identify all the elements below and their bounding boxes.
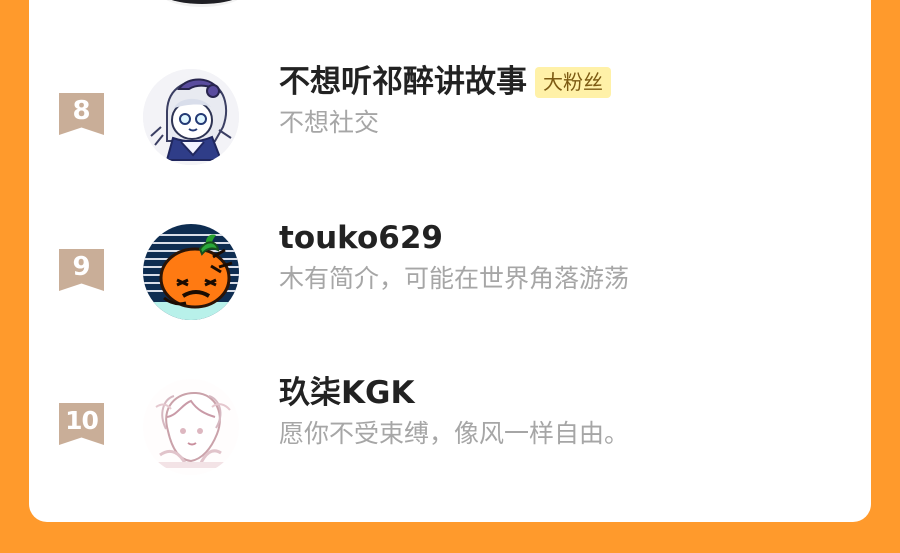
anime-girl-avatar-icon [143,69,239,165]
user-bio: 愿你不受束缚，像风一样自由。 [279,419,630,448]
leaderboard-row-10[interactable]: 10 玖柒KGK 愿你不受束缚，像风一样自由。 [29,365,871,485]
user-bio: 木有简介，可能在世界角落游荡 [279,264,630,293]
rank-badge: 8 [59,93,104,135]
angry-orange-avatar-icon [143,224,239,320]
previous-avatar-edge [155,0,249,7]
user-avatar[interactable] [143,379,239,475]
rank-badge: 9 [59,249,104,291]
username[interactable]: 玖柒KGK [279,373,415,413]
fan-level-badge: 大粉丝 [535,67,611,98]
username-line: 不想听祁醉讲故事 大粉丝 [279,62,611,102]
fan-leaderboard-card: 8 不想听祁醉讲故事 大粉丝 不想社交 9 touko629 木有简介，可能在世… [29,0,871,522]
rank-badge: 10 [59,403,104,445]
username[interactable]: touko629 [279,218,443,258]
user-avatar[interactable] [143,69,239,165]
leaderboard-row-9[interactable]: 9 touko629 木有简介，可能在世界角落游荡 [29,210,871,330]
pink-sketch-avatar-icon [143,379,239,475]
username-line: touko629 [279,218,443,258]
leaderboard-row-8[interactable]: 8 不想听祁醉讲故事 大粉丝 不想社交 [29,55,871,175]
user-avatar[interactable] [143,224,239,320]
user-bio: 不想社交 [279,108,380,137]
username[interactable]: 不想听祁醉讲故事 [279,62,527,102]
username-line: 玖柒KGK [279,373,415,413]
